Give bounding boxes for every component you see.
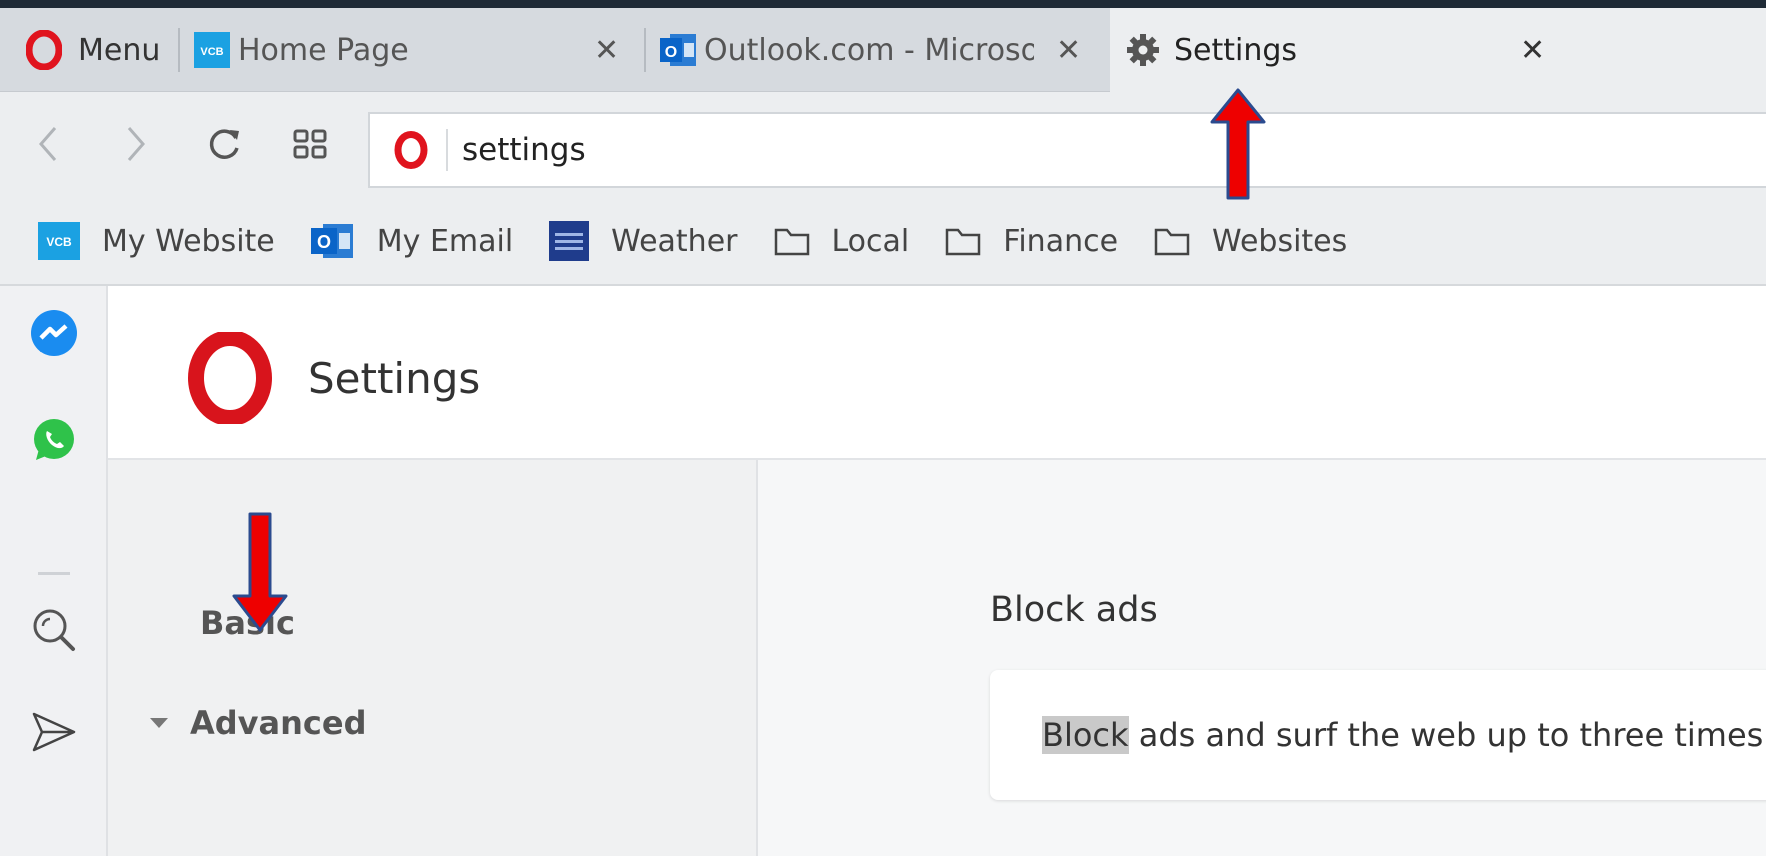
bookmark-my-email[interactable]: O My Email <box>310 221 514 261</box>
whatsapp-icon <box>34 419 74 460</box>
sidebar-messenger[interactable] <box>26 306 82 362</box>
forward-button[interactable] <box>108 116 164 172</box>
menu-label: Menu <box>78 32 161 68</box>
tab-separator <box>178 28 180 72</box>
search-highlight: Block <box>1042 716 1129 754</box>
bookmark-label: Weather <box>611 223 738 259</box>
grid-icon <box>293 129 327 159</box>
back-button[interactable] <box>20 116 76 172</box>
address-field[interactable]: settings <box>368 112 1766 188</box>
block-ads-description: Block ads and surf the web up to three t… <box>1042 716 1766 754</box>
opera-logo-icon <box>394 131 428 169</box>
settings-nav: Basic Advanced <box>108 460 758 856</box>
browser-window: Menu VCB Home Page ✕ O Outlook.com - Mic… <box>0 8 1766 856</box>
bookmark-label: My Website <box>102 223 275 259</box>
block-ads-card: Block ads and surf the web up to three t… <box>990 670 1766 800</box>
bookmark-my-website[interactable]: VCB My Website <box>38 222 275 260</box>
section-title: Block ads <box>990 590 1158 630</box>
reload-button[interactable] <box>196 116 252 172</box>
navigation-bar: settings <box>0 92 1766 198</box>
messenger-icon <box>31 310 77 356</box>
send-icon <box>32 712 76 752</box>
search-icon <box>33 609 75 651</box>
vcb-icon: VCB <box>38 222 80 260</box>
page-title: Settings <box>308 354 481 403</box>
nav-advanced[interactable]: Advanced <box>150 704 366 742</box>
opera-sidebar <box>0 286 108 856</box>
bookmark-weather[interactable]: Weather <box>549 221 738 261</box>
tab-separator <box>644 28 646 72</box>
bookmark-label: Finance <box>1003 223 1119 259</box>
speed-dial-button[interactable] <box>282 116 338 172</box>
close-tab-icon[interactable]: ✕ <box>594 33 619 68</box>
settings-header: Settings <box>108 286 1766 460</box>
folder-icon <box>774 228 809 256</box>
gear-icon <box>1127 34 1159 66</box>
outlook-icon: O <box>660 34 696 66</box>
tab-title: Outlook.com - Microsoft f <box>704 32 1034 68</box>
bookmark-websites[interactable]: Websites <box>1154 224 1347 259</box>
bookmark-finance[interactable]: Finance <box>945 224 1118 259</box>
tab-settings[interactable]: Settings ✕ <box>1110 8 1766 92</box>
tab-home-page[interactable]: VCB Home Page ✕ <box>194 8 644 92</box>
folder-icon <box>946 228 981 256</box>
bookmark-label: Local <box>831 223 910 259</box>
close-tab-icon[interactable]: ✕ <box>1056 33 1081 68</box>
vcb-icon: VCB <box>194 32 230 68</box>
address-separator <box>446 129 448 171</box>
address-text: settings <box>462 132 586 168</box>
chevron-right-icon <box>127 127 145 161</box>
annotation-arrow-down-icon <box>232 512 288 632</box>
block-ads-text: ads and surf the web up to three times f… <box>1138 716 1766 754</box>
chevron-left-icon <box>39 127 57 161</box>
tab-outlook[interactable]: O Outlook.com - Microsoft f ✕ <box>660 8 1110 92</box>
settings-page: Settings Basic Advanced Block ads Block … <box>108 286 1766 856</box>
nav-advanced-label: Advanced <box>190 704 367 742</box>
bookmark-label: Websites <box>1212 223 1348 259</box>
close-tab-icon[interactable]: ✕ <box>1520 33 1545 68</box>
folder-icon <box>1154 228 1190 256</box>
annotation-arrow-up-icon <box>1210 88 1266 200</box>
tab-strip: Menu VCB Home Page ✕ O Outlook.com - Mic… <box>0 8 1766 92</box>
sidebar-flow[interactable] <box>26 704 82 760</box>
opera-menu-button[interactable]: Menu <box>0 8 195 92</box>
sidebar-whatsapp[interactable] <box>26 412 82 468</box>
bookmark-label: My Email <box>376 223 514 259</box>
settings-content: Block ads Block ads and surf the web up … <box>758 460 1766 856</box>
sidebar-search[interactable] <box>26 602 82 658</box>
outlook-icon: O <box>310 224 353 258</box>
bookmark-local[interactable]: Local <box>774 223 910 259</box>
opera-logo-icon <box>188 332 272 424</box>
bookmarks-bar: VCB My Website O My Email Weather Local … <box>0 198 1766 286</box>
svg-text:O: O <box>665 44 677 61</box>
svg-text:O: O <box>317 232 331 252</box>
svg-text:VCB: VCB <box>200 46 223 58</box>
weather-channel-icon <box>549 221 590 261</box>
caret-down-icon <box>150 718 168 728</box>
tab-title: Home Page <box>238 32 409 68</box>
svg-text:VCB: VCB <box>46 235 72 249</box>
tab-title: Settings <box>1174 32 1298 68</box>
reload-icon <box>209 129 239 159</box>
opera-logo-icon <box>26 30 62 70</box>
sidebar-divider <box>38 572 70 575</box>
